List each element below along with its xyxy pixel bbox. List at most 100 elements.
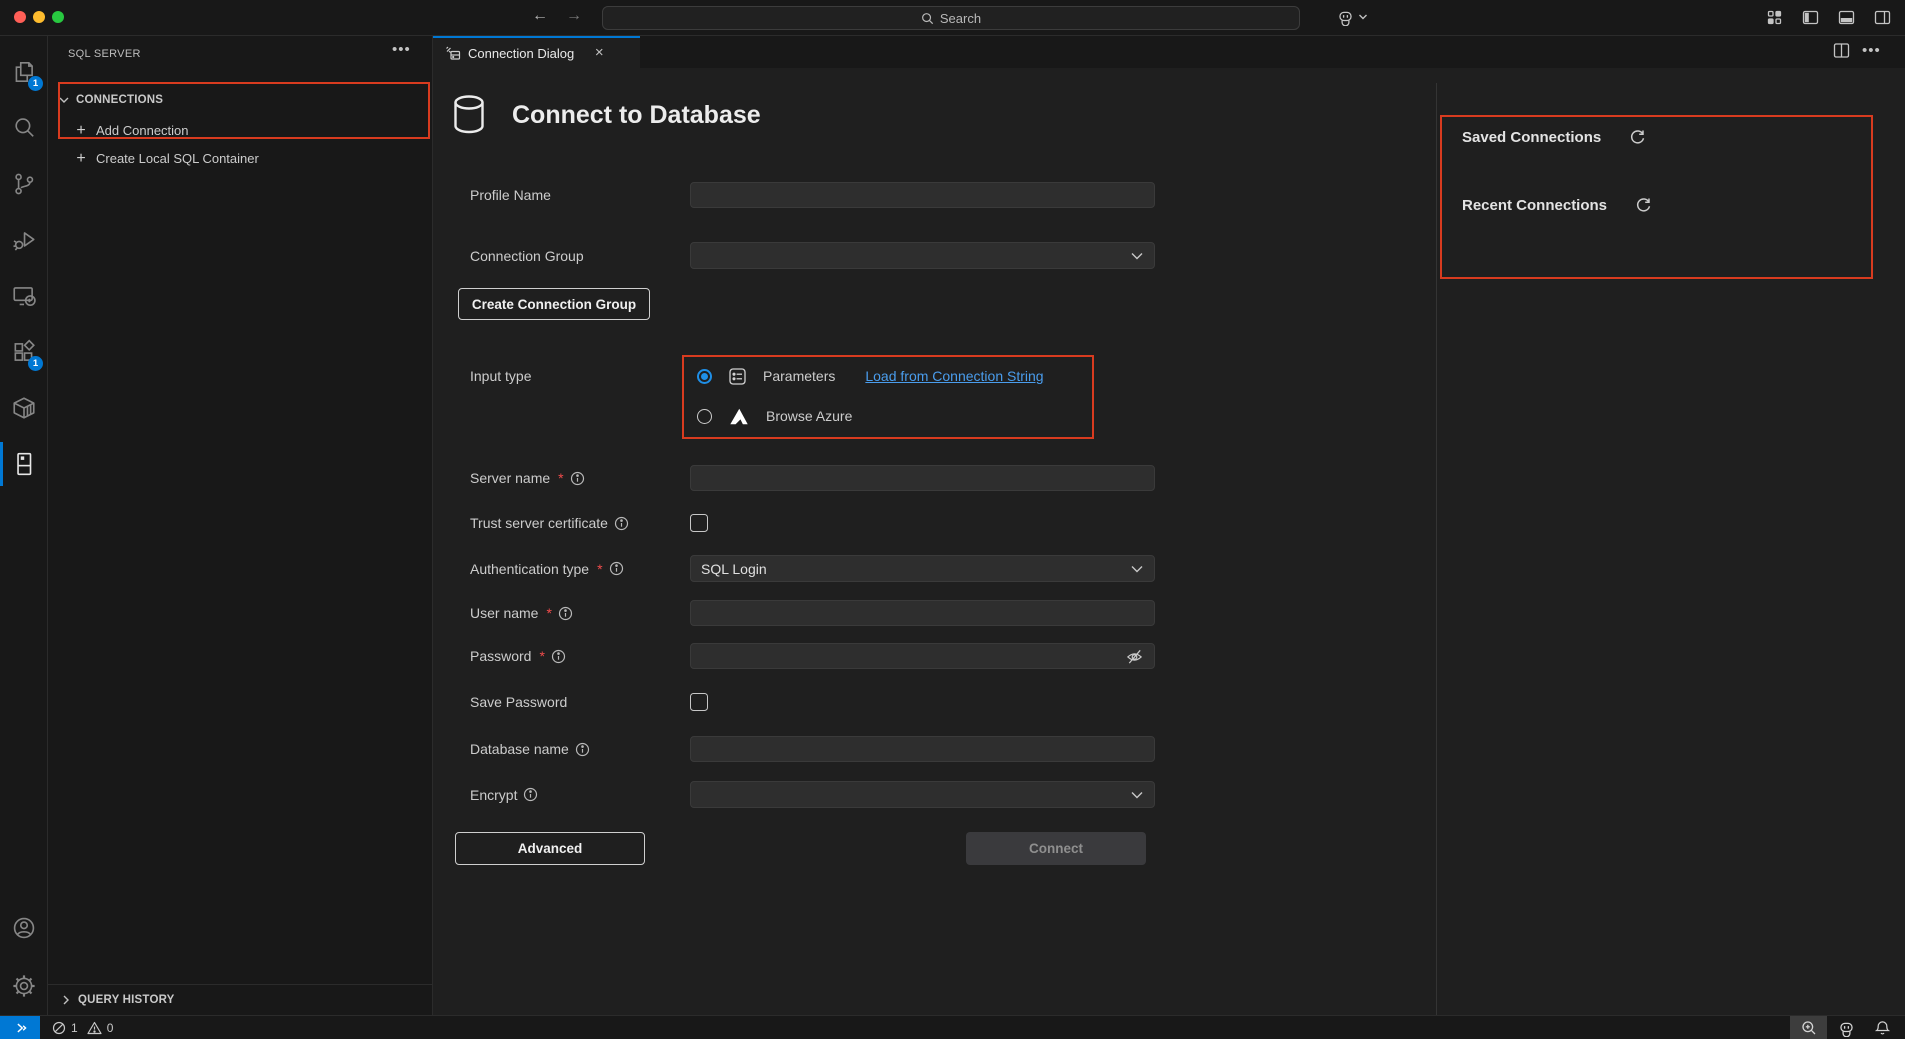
- add-connection-item[interactable]: + Add Connection: [48, 117, 432, 144]
- database-name-input[interactable]: [690, 736, 1155, 762]
- copilot-chevron-down-icon[interactable]: [1358, 13, 1368, 21]
- notifications-button[interactable]: [1870, 1016, 1894, 1039]
- window-close-button[interactable]: [14, 11, 26, 23]
- profile-name-label: Profile Name: [470, 182, 551, 208]
- sidebar-more-actions-button[interactable]: •••: [392, 46, 411, 54]
- info-icon[interactable]: [614, 516, 629, 531]
- info-icon[interactable]: [570, 471, 585, 486]
- title-bar: ← → Search: [0, 0, 1905, 36]
- info-icon[interactable]: [575, 742, 590, 757]
- remote-indicator[interactable]: [0, 1016, 40, 1039]
- trust-server-certificate-checkbox[interactable]: [690, 514, 708, 532]
- encrypt-dropdown[interactable]: [690, 781, 1155, 808]
- info-icon[interactable]: [558, 606, 573, 621]
- extensions-badge: 1: [28, 356, 43, 371]
- parameters-option-label[interactable]: Parameters: [763, 368, 835, 384]
- connect-button[interactable]: Connect: [966, 832, 1146, 865]
- profile-name-input[interactable]: [690, 182, 1155, 208]
- chevron-down-icon: [1130, 251, 1144, 261]
- sidebar-item-sql-server[interactable]: [0, 442, 48, 486]
- sidebar-item-remote-explorer[interactable]: [0, 274, 48, 318]
- save-password-label: Save Password: [470, 689, 567, 715]
- password-label: Password *: [470, 643, 566, 669]
- chevron-down-icon: [1130, 790, 1144, 800]
- search-input[interactable]: Search: [602, 6, 1300, 30]
- copilot-status-button[interactable]: [1834, 1016, 1858, 1039]
- chevron-down-icon: [1130, 564, 1144, 574]
- customize-layout-icon[interactable]: [1766, 9, 1783, 26]
- tab-bar: Connection Dialog × •••: [433, 36, 1905, 68]
- gear-icon: [11, 973, 37, 999]
- toggle-panel-icon[interactable]: [1838, 9, 1855, 26]
- run-debug-icon: [11, 227, 37, 253]
- copilot-icon[interactable]: [1337, 9, 1354, 26]
- navigate-forward-icon[interactable]: →: [566, 7, 582, 25]
- refresh-icon[interactable]: [1629, 129, 1646, 146]
- advanced-button[interactable]: Advanced: [455, 832, 645, 865]
- info-icon[interactable]: [551, 649, 566, 664]
- create-connection-group-button[interactable]: Create Connection Group: [458, 288, 650, 320]
- user-name-input[interactable]: [690, 600, 1155, 626]
- tab-title: Connection Dialog: [468, 46, 574, 61]
- editor-more-actions-button[interactable]: •••: [1862, 47, 1881, 55]
- input-type-parameters-option: Parameters Load from Connection String: [697, 362, 1044, 390]
- database-name-label: Database name: [470, 736, 590, 762]
- server-name-input[interactable]: [690, 465, 1155, 491]
- warning-count: 0: [107, 1021, 114, 1035]
- sidebar-item-extensions[interactable]: 1: [0, 330, 48, 374]
- parameters-radio[interactable]: [697, 369, 712, 384]
- window-minimize-button[interactable]: [33, 11, 45, 23]
- navigate-back-icon[interactable]: ←: [532, 7, 548, 25]
- account-icon: [11, 915, 37, 941]
- parameters-form-icon: [728, 367, 747, 386]
- remote-explorer-icon: [11, 283, 37, 309]
- plus-icon: +: [73, 122, 89, 140]
- toggle-primary-sidebar-icon[interactable]: [1802, 9, 1819, 26]
- refresh-icon[interactable]: [1635, 197, 1652, 214]
- browse-azure-option-label[interactable]: Browse Azure: [766, 408, 852, 424]
- authentication-type-label: Authentication type *: [470, 555, 624, 582]
- user-name-label: User name *: [470, 600, 573, 626]
- load-from-connection-string-link[interactable]: Load from Connection String: [865, 368, 1043, 384]
- split-editor-icon[interactable]: [1833, 42, 1850, 59]
- toggle-password-visibility-icon[interactable]: [1125, 647, 1144, 666]
- status-bar: 1 0: [0, 1015, 1905, 1039]
- saved-connections-header: Saved Connections: [1462, 129, 1646, 146]
- editor-area: Connection Dialog × ••• Connect to Datab…: [433, 36, 1905, 1015]
- input-type-label: Input type: [470, 362, 532, 390]
- sidebar-item-search[interactable]: [0, 106, 48, 150]
- copilot-icon: [1838, 1020, 1855, 1037]
- sidebar-item-explorer[interactable]: 1: [0, 50, 48, 94]
- sidebar-sql-server: SQL SERVER ••• CONNECTIONS + Add Connect…: [48, 36, 433, 1015]
- sidebar-item-source-control[interactable]: [0, 162, 48, 206]
- info-icon[interactable]: [523, 787, 538, 802]
- container-package-icon: [11, 395, 37, 421]
- connections-section-header[interactable]: CONNECTIONS: [48, 86, 432, 113]
- explorer-badge: 1: [28, 76, 43, 91]
- save-password-checkbox[interactable]: [690, 693, 708, 711]
- toggle-secondary-sidebar-icon[interactable]: [1874, 9, 1891, 26]
- sidebar-item-run-debug[interactable]: [0, 218, 48, 262]
- create-local-sql-container-item[interactable]: + Create Local SQL Container: [48, 145, 432, 172]
- settings-button[interactable]: [0, 964, 48, 1008]
- sidebar-item-containers[interactable]: [0, 386, 48, 430]
- zoom-status-button[interactable]: [1790, 1016, 1827, 1039]
- tab-close-icon[interactable]: ×: [591, 46, 607, 60]
- connection-dialog-tab-icon: [445, 45, 461, 61]
- error-count: 1: [71, 1021, 78, 1035]
- connection-group-dropdown[interactable]: [690, 242, 1155, 269]
- input-type-browse-azure-option: Browse Azure: [697, 402, 852, 430]
- info-icon[interactable]: [609, 561, 624, 576]
- query-history-section-header[interactable]: QUERY HISTORY: [48, 984, 432, 1015]
- problems-status[interactable]: 1 0: [52, 1016, 113, 1039]
- authentication-type-dropdown[interactable]: SQL Login: [690, 555, 1155, 582]
- recent-connections-header: Recent Connections: [1462, 197, 1652, 214]
- password-input[interactable]: [690, 643, 1155, 669]
- bell-icon: [1875, 1020, 1890, 1036]
- page-title: Connect to Database: [512, 101, 761, 130]
- tab-connection-dialog[interactable]: Connection Dialog ×: [433, 36, 640, 68]
- accounts-button[interactable]: [0, 906, 48, 950]
- browse-azure-radio[interactable]: [697, 409, 712, 424]
- window-zoom-button[interactable]: [52, 11, 64, 23]
- plus-icon: +: [73, 150, 89, 168]
